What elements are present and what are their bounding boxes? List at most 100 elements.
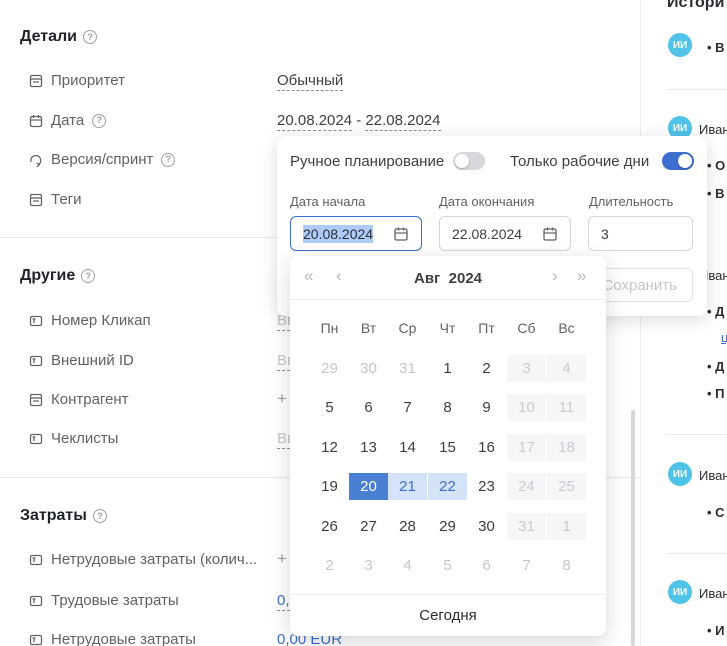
duration-input[interactable]: 3 bbox=[588, 216, 693, 251]
calendar-day[interactable]: 6 bbox=[349, 394, 388, 421]
avatar: ИИ bbox=[668, 580, 692, 604]
calendar-day[interactable]: 20 bbox=[349, 473, 388, 500]
calendar-day[interactable]: 11 bbox=[547, 394, 586, 421]
field-labor-costs: Трудовые затраты bbox=[28, 592, 179, 609]
history-bullet: • Д bbox=[707, 304, 725, 319]
calendar-icon bbox=[28, 113, 43, 128]
calendar-day[interactable]: 15 bbox=[428, 434, 467, 461]
calendar-day[interactable]: 2 bbox=[310, 552, 349, 579]
calendar-day[interactable]: 7 bbox=[507, 552, 546, 579]
history-title: Истори bbox=[667, 0, 725, 11]
end-date-input[interactable]: 22.08.2024 bbox=[439, 216, 571, 251]
history-author: Иван bbox=[699, 586, 727, 601]
calendar-day[interactable]: 23 bbox=[467, 473, 506, 500]
calendar-day[interactable]: 31 bbox=[507, 513, 546, 540]
add-counterparty-button[interactable]: + bbox=[277, 389, 287, 409]
weekday-label: Пт bbox=[478, 320, 495, 336]
calendar-day[interactable]: 19 bbox=[310, 473, 349, 500]
calendar-day[interactable]: 28 bbox=[388, 513, 427, 540]
text-field-icon bbox=[28, 632, 43, 646]
help-icon[interactable]: ? bbox=[81, 269, 96, 283]
calendar-day[interactable]: 30 bbox=[467, 513, 506, 540]
field-date: Дата ? bbox=[28, 112, 107, 129]
list-icon bbox=[28, 392, 43, 407]
calendar-day[interactable]: 3 bbox=[349, 552, 388, 579]
field-counterparty: Контрагент bbox=[28, 391, 129, 408]
history-author: Иван bbox=[699, 122, 727, 137]
next-year-icon[interactable]: » bbox=[577, 266, 586, 286]
today-button[interactable]: Сегодня bbox=[290, 607, 606, 624]
section-details-title: Детали ? bbox=[20, 28, 98, 46]
calendar-day[interactable]: 2 bbox=[467, 355, 506, 382]
help-icon[interactable]: ? bbox=[161, 152, 176, 167]
calendar-day[interactable]: 24 bbox=[507, 473, 546, 500]
history-author: Иван bbox=[699, 468, 727, 483]
history-link[interactable]: ц bbox=[721, 330, 727, 345]
calendar-day[interactable]: 5 bbox=[310, 394, 349, 421]
toggle-knob bbox=[678, 154, 692, 168]
calendar-day[interactable]: 26 bbox=[310, 513, 349, 540]
calendar-day[interactable]: 4 bbox=[547, 355, 586, 382]
manual-planning-toggle[interactable] bbox=[453, 152, 485, 170]
calendar-day[interactable]: 14 bbox=[388, 434, 427, 461]
calendar-day[interactable]: 3 bbox=[507, 355, 546, 382]
divider bbox=[290, 299, 606, 300]
history-panel: Истори ИИ • В ИИ Иван • О • В Иван • Д ц… bbox=[640, 0, 727, 646]
text-field-icon bbox=[28, 431, 43, 446]
history-bullet: • Д bbox=[707, 359, 725, 374]
help-icon[interactable]: ? bbox=[92, 509, 107, 523]
calendar-day[interactable]: 22 bbox=[428, 473, 467, 500]
section-other-title: Другие ? bbox=[20, 267, 96, 285]
avatar: ИИ bbox=[668, 33, 692, 57]
workdays-only-toggle[interactable] bbox=[662, 152, 694, 170]
calendar-day[interactable]: 25 bbox=[547, 473, 586, 500]
calendar-day[interactable]: 10 bbox=[507, 394, 546, 421]
weekday-label: Вт bbox=[360, 320, 377, 336]
calendar-icon[interactable] bbox=[542, 226, 558, 242]
weekday-label: Чт bbox=[439, 320, 456, 336]
calendar-day[interactable]: 30 bbox=[349, 355, 388, 382]
calendar-day[interactable]: 17 bbox=[507, 434, 546, 461]
field-priority: Приоритет bbox=[28, 72, 125, 89]
calendar-day[interactable]: 8 bbox=[428, 394, 467, 421]
calendar-icon[interactable] bbox=[393, 226, 409, 242]
text-field-icon bbox=[28, 353, 43, 368]
start-date-input[interactable]: 20.08.2024 bbox=[290, 216, 422, 251]
help-icon[interactable]: ? bbox=[92, 113, 107, 128]
calendar-day[interactable]: 5 bbox=[428, 552, 467, 579]
calendar-day[interactable]: 13 bbox=[349, 434, 388, 461]
end-date-label: Дата окончания bbox=[439, 194, 535, 209]
labor-costs-value[interactable]: 0, bbox=[277, 592, 290, 611]
priority-value[interactable]: Обычный bbox=[277, 72, 344, 91]
history-bullet: • О bbox=[707, 158, 726, 173]
calendar-day[interactable]: 6 bbox=[467, 552, 506, 579]
save-button[interactable]: Сохранить bbox=[596, 268, 693, 302]
calendar-day[interactable]: 31 bbox=[388, 355, 427, 382]
calendar-day[interactable]: 8 bbox=[547, 552, 586, 579]
calendar-day[interactable]: 18 bbox=[547, 434, 586, 461]
calendar-day[interactable]: 16 bbox=[467, 434, 506, 461]
field-tags: Теги bbox=[28, 191, 82, 208]
calendar-day[interactable]: 1 bbox=[547, 513, 586, 540]
scrollbar[interactable] bbox=[631, 410, 635, 646]
next-month-icon[interactable]: › bbox=[552, 266, 558, 286]
calendar-day[interactable]: 4 bbox=[388, 552, 427, 579]
toggle-knob bbox=[455, 154, 469, 168]
calendar-day[interactable]: 7 bbox=[388, 394, 427, 421]
calendar-day[interactable]: 27 bbox=[349, 513, 388, 540]
add-nonlabor-qty-button[interactable]: + bbox=[277, 549, 287, 569]
calendar-day[interactable]: 1 bbox=[428, 355, 467, 382]
history-bullet: • И bbox=[707, 623, 725, 638]
date-value[interactable]: 20.08.2024 - 22.08.2024 bbox=[277, 112, 441, 131]
calendar-day[interactable]: 29 bbox=[428, 513, 467, 540]
calendar-day[interactable]: 9 bbox=[467, 394, 506, 421]
calendar-day[interactable]: 21 bbox=[388, 473, 427, 500]
calendar-title: Авг 2024 bbox=[413, 270, 483, 287]
text-field-icon bbox=[28, 593, 43, 608]
help-icon[interactable]: ? bbox=[83, 30, 98, 44]
field-external-id: Внешний ID bbox=[28, 352, 134, 369]
weekday-label: Сб bbox=[517, 320, 536, 336]
calendar-day[interactable]: 29 bbox=[310, 355, 349, 382]
weekday-label: Пн bbox=[320, 320, 339, 336]
calendar-day[interactable]: 12 bbox=[310, 434, 349, 461]
